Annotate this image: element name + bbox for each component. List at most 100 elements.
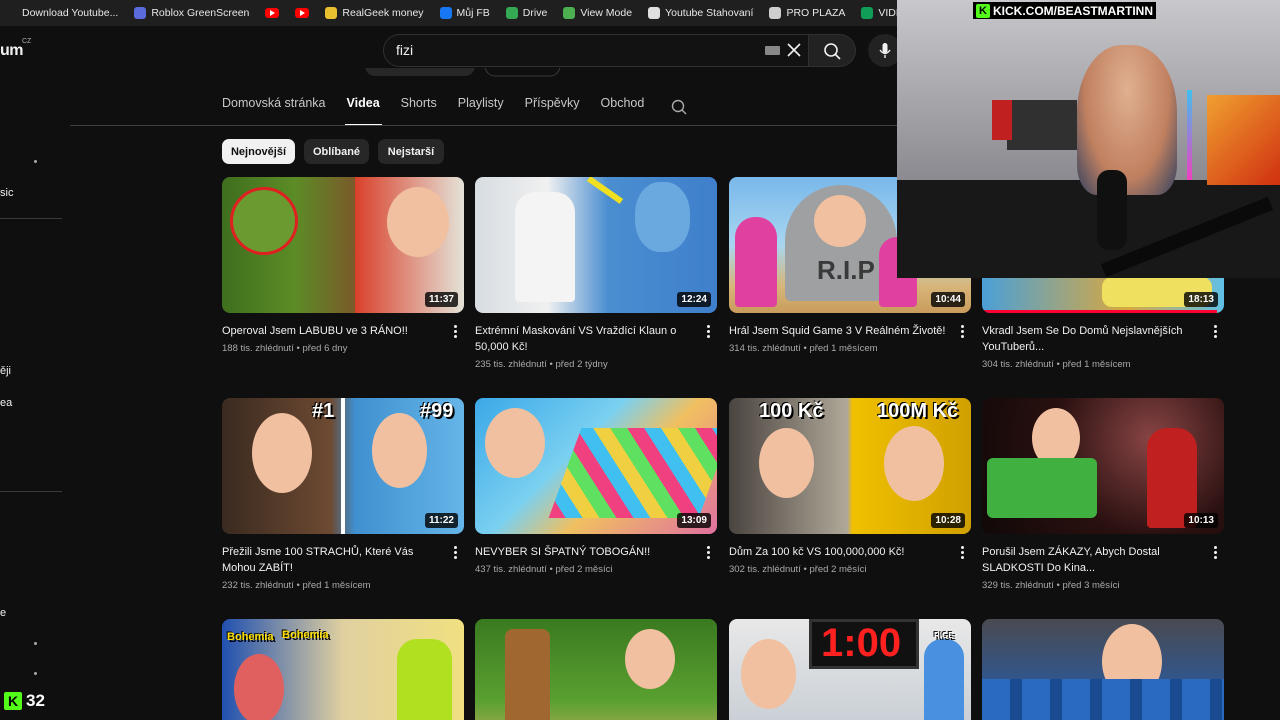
video-thumbnail[interactable]: Bohemia Bohemia: [222, 619, 464, 720]
video-meta: 329 tis. zhlédnutí • před 3 měsíci: [982, 580, 1119, 591]
more-options-icon[interactable]: [452, 546, 458, 560]
upload-age: před 6 dny: [302, 343, 348, 354]
video-thumbnail[interactable]: 11:37: [222, 177, 464, 313]
thumb-face: [387, 187, 449, 257]
video-meta: 437 tis. zhlédnutí • před 2 měsíci: [475, 564, 612, 575]
sidebar-item-more[interactable]: e: [0, 607, 6, 619]
tab-2[interactable]: Shorts: [401, 96, 437, 126]
sidebar-item-music[interactable]: sic: [0, 187, 13, 199]
video-thumbnail[interactable]: [982, 619, 1224, 720]
tab-5[interactable]: Obchod: [601, 96, 645, 126]
video-title[interactable]: Extrémní Maskování VS Vraždící Klaun o 5…: [475, 323, 697, 355]
chip-popular[interactable]: Oblíbané: [304, 139, 369, 164]
upload-age: před 2 měsíci: [809, 564, 867, 575]
bookmark-item[interactable]: Download Youtube...: [14, 2, 126, 24]
video-title[interactable]: Porušil Jsem ZÁKAZY, Abych Dostal SLADKO…: [982, 544, 1204, 576]
video-card[interactable]: [982, 619, 1224, 720]
view-count: 302 tis. zhlédnutí: [729, 564, 801, 575]
view-count: 314 tis. zhlédnutí: [729, 343, 801, 354]
more-options-icon[interactable]: [959, 546, 965, 560]
video-thumbnail[interactable]: 12:24: [475, 177, 717, 313]
search-icon[interactable]: [670, 98, 688, 116]
viewer-count: 32: [26, 691, 45, 710]
bookmark-item[interactable]: View Mode: [555, 2, 640, 24]
bookmark-item[interactable]: Roblox GreenScreen: [126, 2, 257, 24]
more-options-icon[interactable]: [705, 325, 711, 339]
video-card[interactable]: 1:00 RIGE: [729, 619, 971, 720]
video-title[interactable]: Dům Za 100 kč VS 100,000,000 Kč!: [729, 544, 951, 560]
video-card[interactable]: 100 Kč 100M Kč 10:28 Dům Za 100 kč VS 100,0…: [729, 398, 971, 598]
sidebar-dot: [34, 672, 37, 675]
thumb-face-paint: [635, 182, 690, 252]
more-options-icon[interactable]: [1212, 546, 1218, 560]
video-card[interactable]: Bohemia Bohemia: [222, 619, 464, 720]
video-card[interactable]: 10:13 Porušil Jsem ZÁKAZY, Abych Dostal S…: [982, 398, 1224, 598]
chip-newest[interactable]: Nejnovější: [222, 139, 295, 164]
more-options-icon[interactable]: [1212, 325, 1218, 339]
search-icon: [824, 43, 841, 60]
video-title[interactable]: NEVYBER SI ŠPATNÝ TOBOGÁN!!: [475, 544, 697, 560]
thumb-face: [741, 639, 796, 709]
thumb-price-label: 100 Kč: [759, 400, 824, 422]
more-options-icon[interactable]: [452, 325, 458, 339]
thumb-snacks: [987, 458, 1097, 518]
tab-1[interactable]: Videa: [344, 96, 382, 126]
thumb-shirt-label: RIGE: [934, 631, 954, 640]
video-card[interactable]: 11:37 Operoval Jsem LABUBU ve 3 RÁNO!! 188…: [222, 177, 464, 377]
video-thumbnail[interactable]: 100 Kč 100M Kč 10:28: [729, 398, 971, 534]
bookmark-item[interactable]: RealGeek money: [317, 2, 431, 24]
chip-oldest[interactable]: Nejstarší: [378, 139, 444, 164]
sidebar-divider: [0, 218, 62, 219]
sidebar-item-later[interactable]: ěji: [0, 365, 11, 377]
facebook-icon: [439, 7, 452, 19]
video-thumbnail[interactable]: 13:09: [475, 398, 717, 534]
video-card[interactable]: 13:09 NEVYBER SI ŠPATNÝ TOBOGÁN!! 437 tis.…: [475, 398, 717, 598]
search-button[interactable]: [808, 34, 856, 67]
video-title[interactable]: Přežili Jsme 100 STRACHŮ, Které Vás Moho…: [222, 544, 444, 576]
tab-3[interactable]: Playlisty: [458, 96, 504, 126]
bookmark-item[interactable]: Drive: [498, 2, 556, 24]
thumb-face: [625, 629, 675, 689]
video-title[interactable]: Vkradl Jsem Se Do Domů Nejslavnějších Yo…: [982, 323, 1204, 355]
bookmark-label: View Mode: [580, 7, 633, 19]
video-thumbnail[interactable]: 10:13: [982, 398, 1224, 534]
more-options-icon[interactable]: [705, 546, 711, 560]
bookmark-item[interactable]: PRO PLAZA: [761, 2, 853, 24]
video-thumbnail[interactable]: [475, 619, 717, 720]
bookmark-label: Drive: [522, 7, 548, 19]
search-input[interactable]: [383, 34, 814, 67]
channel-buttons-partial: [365, 68, 560, 77]
video-thumbnail[interactable]: 1:00 RIGE: [729, 619, 971, 720]
video-card[interactable]: 12:24 Extrémní Maskování VS Vraždící Klau…: [475, 177, 717, 377]
tab-0[interactable]: Domovská stránka: [222, 96, 326, 126]
upload-age: před 3 měsíci: [1062, 580, 1120, 591]
video-card[interactable]: #1 #99 11:22 Přežili Jsme 100 STRACHŮ, Kter…: [222, 398, 464, 598]
more-options-icon[interactable]: [959, 325, 965, 339]
bookmark-item[interactable]: [287, 2, 317, 24]
tab-4[interactable]: Příspěvky: [525, 96, 580, 126]
upload-age: před 1 měsícem: [809, 343, 878, 354]
thumb-creature: [230, 187, 298, 255]
bookmark-item[interactable]: Youtube Stahovaní: [640, 2, 761, 24]
youtube-logo-text[interactable]: um: [0, 42, 24, 60]
bookmark-item[interactable]: [257, 2, 287, 24]
video-meta: 304 tis. zhlédnutí • před 1 měsícem: [982, 359, 1131, 370]
video-card[interactable]: [475, 619, 717, 720]
sidebar-item-videos[interactable]: ea: [0, 397, 12, 409]
video-duration: 10:44: [931, 292, 965, 307]
video-thumbnail[interactable]: #1 #99 11:22: [222, 398, 464, 534]
search-query[interactable]: fizi: [396, 42, 413, 58]
roblox-icon: [134, 7, 147, 19]
left-sidebar: um CZ sic ěji ea e: [0, 26, 70, 720]
thumb-face: [884, 426, 944, 501]
video-title[interactable]: Hrál Jsem Squid Game 3 V Reálném Životě!: [729, 323, 951, 339]
close-icon[interactable]: [785, 41, 803, 59]
upload-age: před 1 měsícem: [1062, 359, 1131, 370]
video-meta: 302 tis. zhlédnutí • před 2 měsíci: [729, 564, 866, 575]
keyboard-icon[interactable]: [765, 46, 780, 55]
video-title[interactable]: Operoval Jsem LABUBU ve 3 RÁNO!!: [222, 323, 444, 339]
kick-logo-icon: K: [976, 3, 990, 18]
bookmark-item[interactable]: Můj FB: [432, 2, 498, 24]
watch-progress-bar: [982, 310, 1217, 313]
thumb-face: [759, 428, 814, 498]
